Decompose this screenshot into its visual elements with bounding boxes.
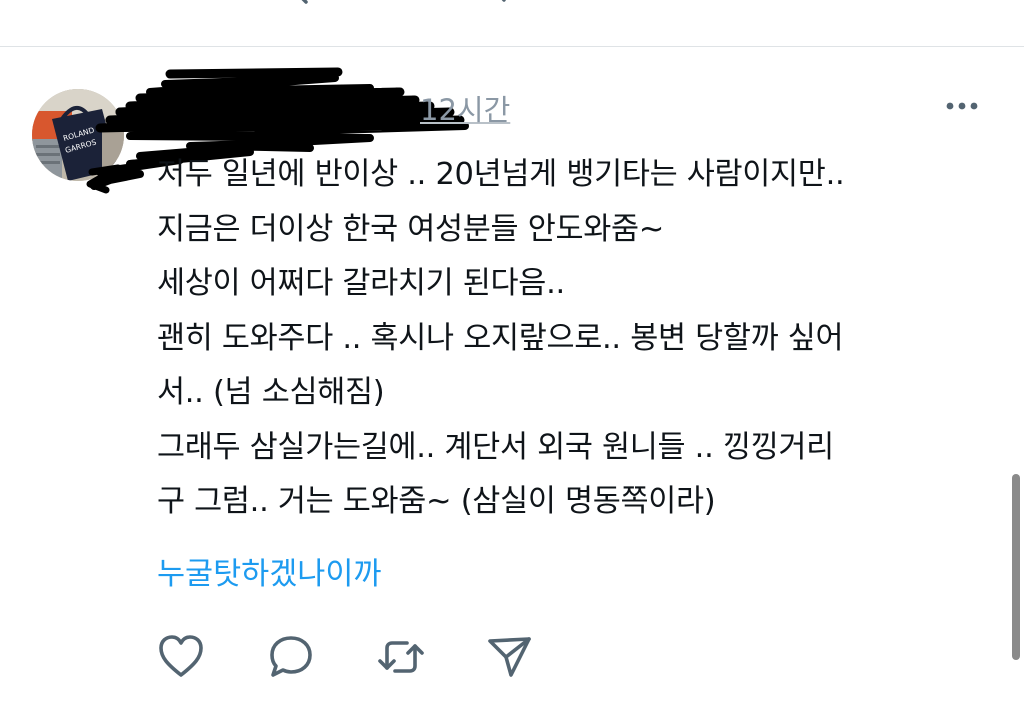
tweet-detail-screen: ROLAND GARROS 12시간 저두 일년에 반이상 .. 20년넘게 뱅… bbox=[0, 0, 1024, 702]
heart-icon[interactable] bbox=[158, 0, 198, 10]
reply-button[interactable] bbox=[267, 634, 315, 684]
reply-bubble-icon bbox=[267, 636, 315, 684]
retweet-button[interactable] bbox=[377, 634, 425, 684]
tweet-line: 지금은 더이상 한국 여성분들 안도와줌~ bbox=[157, 211, 664, 247]
tweet-line: 괜히 도와주다 .. 혹시나 오지랖으로.. 봉변 당할까 싶어 bbox=[157, 320, 844, 356]
tweet-divider bbox=[0, 46, 1024, 47]
heart-icon bbox=[157, 635, 205, 684]
tweet-line: 서.. (넘 소심해짐) bbox=[157, 375, 385, 410]
tweet-text: 저두 일년에 반이상 .. 20년넘게 뱅기타는 사람이지만.. 지금은 더이상… bbox=[157, 148, 997, 530]
hashtag-link[interactable]: 누굴탓하겠나이까 bbox=[157, 548, 381, 602]
reply-bubble-icon[interactable] bbox=[268, 0, 308, 10]
share-arrow-icon bbox=[486, 637, 534, 684]
tweet-timestamp[interactable]: 12시간 bbox=[420, 87, 510, 129]
scrollbar[interactable] bbox=[1012, 474, 1020, 660]
tweet-line: 그래두 삼실가는길에.. 계단서 외국 원니들 .. 낑낑거리 bbox=[157, 429, 834, 465]
tweet-line: 구 그럼.. 거는 도와줌~ (삼실이 명동쪽이라) bbox=[157, 484, 716, 519]
tweet-line: 세상이 어쩌다 갈라치기 된다음.. bbox=[157, 266, 565, 301]
more-horizontal-icon[interactable] bbox=[944, 98, 980, 117]
share-button[interactable] bbox=[486, 634, 534, 684]
retweet-icon[interactable] bbox=[380, 0, 420, 10]
share-arrow-icon[interactable] bbox=[488, 0, 528, 10]
like-button[interactable] bbox=[157, 634, 205, 684]
retweet-icon bbox=[377, 641, 425, 684]
tweet-line: 저두 일년에 반이상 .. 20년넘게 뱅기타는 사람이지만.. bbox=[157, 157, 845, 192]
